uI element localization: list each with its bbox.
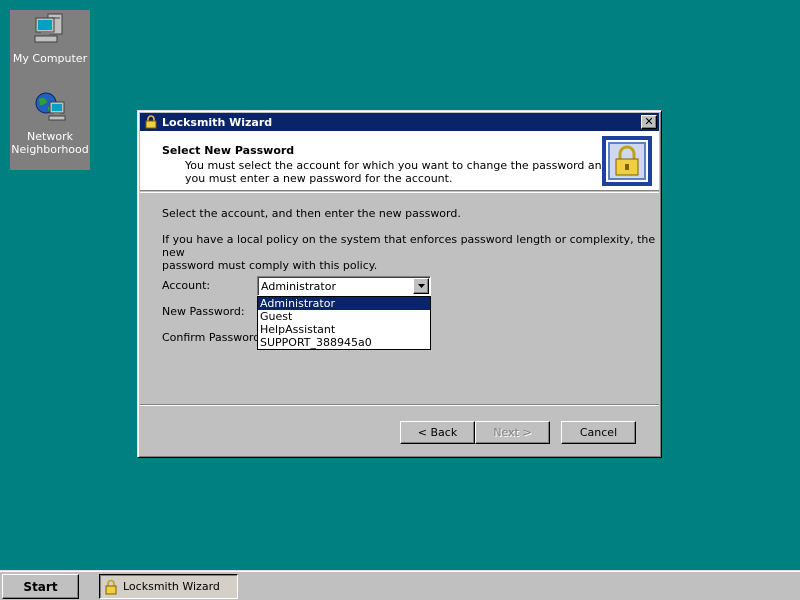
account-dropdown-list: Administrator Guest HelpAssistant SUPPOR…: [257, 296, 431, 350]
account-option-support[interactable]: SUPPORT_388945a0: [258, 336, 430, 349]
new-password-label: New Password:: [162, 305, 245, 318]
chevron-down-icon: [417, 284, 425, 288]
network-neighborhood-label: Network Neighborhood: [10, 130, 90, 156]
my-computer-shortcut[interactable]: My Computer: [10, 12, 90, 65]
account-dropdown-button[interactable]: [413, 278, 429, 294]
subtitle-line2: you must enter a new password for the ac…: [185, 172, 453, 185]
network-neighborhood-shortcut[interactable]: Network Neighborhood: [10, 90, 90, 156]
wizard-step-title: Select New Password: [162, 144, 295, 157]
taskbar-item-locksmith-wizard[interactable]: Locksmith Wizard: [99, 574, 238, 599]
back-button[interactable]: < Back: [400, 421, 475, 444]
desktop-icon-area: My Computer Network Neighborhood: [10, 10, 90, 170]
network-neighborhood-icon: [35, 92, 66, 121]
policy-line1: If you have a local policy on the system…: [162, 233, 656, 259]
wizard-header: Select New Password You must select the …: [140, 131, 659, 191]
locksmith-wizard-window: Locksmith Wizard ✕ Select New Password Y…: [137, 110, 662, 458]
policy-text: If you have a local policy on the system…: [162, 233, 661, 272]
account-selected-value: Administrator: [261, 280, 336, 293]
padlock-icon: [105, 579, 117, 594]
account-option-helpassistant[interactable]: HelpAssistant: [258, 323, 430, 336]
padlock-icon: [602, 136, 652, 186]
cancel-button[interactable]: Cancel: [561, 421, 636, 444]
footer-separator: [140, 404, 659, 406]
next-button[interactable]: Next >: [475, 421, 550, 444]
padlock-icon: [145, 115, 157, 129]
confirm-password-label: Confirm Password:: [162, 331, 264, 344]
taskbar-item-label: Locksmith Wizard: [123, 580, 220, 593]
account-option-administrator[interactable]: Administrator: [258, 297, 430, 310]
account-option-guest[interactable]: Guest: [258, 310, 430, 323]
instruction-text: Select the account, and then enter the n…: [162, 207, 461, 220]
account-combobox[interactable]: Administrator: [257, 276, 431, 296]
my-computer-label: My Computer: [12, 52, 88, 65]
header-separator: [140, 192, 659, 193]
account-label: Account:: [162, 279, 211, 292]
window-title: Locksmith Wizard: [162, 115, 273, 129]
policy-line2: password must comply with this policy.: [162, 259, 378, 272]
network-label-line2: Neighborhood: [11, 143, 89, 156]
wizard-step-subtitle: You must select the account for which yo…: [185, 159, 609, 185]
close-button[interactable]: ✕: [641, 115, 657, 129]
taskbar: Start Locksmith Wizard: [0, 570, 800, 600]
close-icon: ✕: [644, 115, 654, 128]
network-label-line1: Network: [27, 130, 73, 143]
start-button[interactable]: Start: [2, 574, 79, 599]
title-bar[interactable]: Locksmith Wizard ✕: [140, 113, 659, 131]
computer-icon: [34, 13, 63, 43]
subtitle-line1: You must select the account for which yo…: [185, 159, 609, 172]
